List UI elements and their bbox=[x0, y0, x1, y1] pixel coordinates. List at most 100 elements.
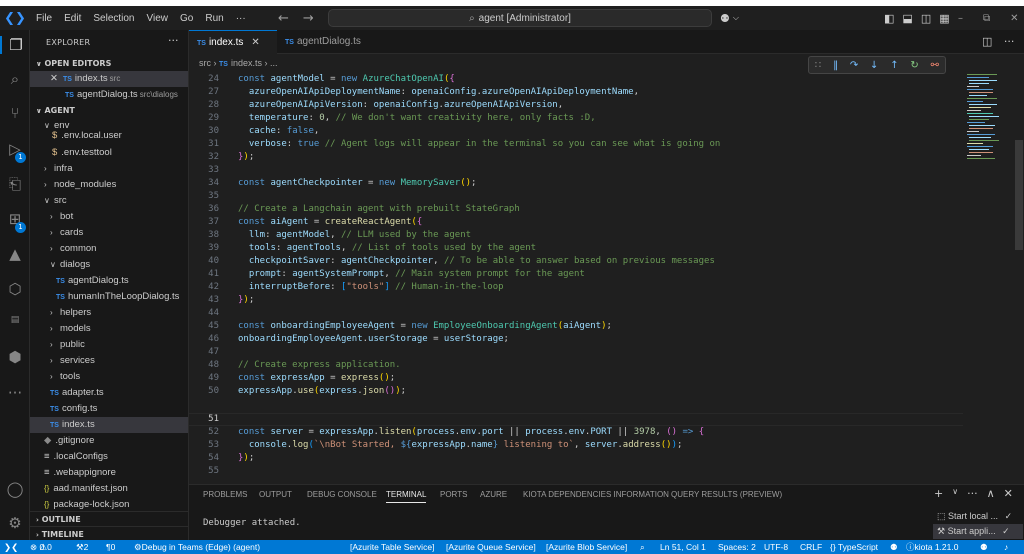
breadcrumb-file[interactable]: index.ts bbox=[231, 58, 262, 68]
ports-indicator[interactable]: ⚒ 2 bbox=[76, 540, 88, 554]
panel-tab-ports[interactable]: PORTS bbox=[440, 490, 467, 499]
toggle-secondary-sidebar-icon[interactable]: ◫ bbox=[921, 12, 931, 25]
tree-file-agent-dialog[interactable]: TS agentDialog.ts bbox=[30, 273, 188, 289]
files-icon[interactable]: ❐ bbox=[0, 36, 30, 54]
tree-folder-infra[interactable]: › infra bbox=[30, 161, 188, 177]
tree-file-human-in-the-loop-dialog[interactable]: TS humanInTheLoopDialog.ts bbox=[30, 289, 188, 305]
panel-tab-terminal[interactable]: TERMINAL bbox=[386, 490, 427, 503]
breadcrumb-folder[interactable]: src bbox=[199, 58, 211, 68]
menu-go[interactable]: Go bbox=[174, 13, 199, 24]
panel-tab-kiota[interactable]: KIOTA DEPENDENCIES INFORMATION bbox=[523, 490, 669, 499]
docker-icon[interactable]: ▤ bbox=[0, 315, 30, 325]
restore-icon[interactable]: ⧉ bbox=[983, 13, 990, 24]
terminal-instance[interactable]: ⬚ Start local ... ✓ bbox=[933, 509, 1023, 524]
tree-folder-tools[interactable]: › tools bbox=[30, 369, 188, 385]
zoom-icon[interactable]: ⌕ bbox=[640, 540, 645, 554]
toggle-panel-icon[interactable]: ⬓ bbox=[902, 12, 912, 25]
language-mode[interactable]: {} TypeScript bbox=[830, 540, 878, 554]
remote-indicator-icon[interactable]: ❯❮ bbox=[4, 540, 18, 554]
code-editor[interactable]: 24 27 28 29 30 31 32 33 34 35 36 37 38 3… bbox=[189, 72, 963, 484]
open-editor-item[interactable]: TS agentDialog.ts src\dialogs bbox=[30, 87, 188, 103]
end-of-line[interactable]: CRLF bbox=[800, 540, 822, 554]
terminal-output[interactable]: Debugger attached. bbox=[203, 518, 301, 528]
panel-tab-debug-console[interactable]: DEBUG CONSOLE bbox=[307, 490, 377, 499]
menu-view[interactable]: View bbox=[141, 13, 175, 24]
debug-status[interactable]: ⚙ Debug in Teams (Edge) (agent) bbox=[134, 540, 260, 554]
drag-handle-icon[interactable]: ∷ bbox=[815, 60, 821, 71]
azurite-queue-status[interactable]: [Azurite Queue Service] bbox=[446, 540, 536, 554]
tree-file-adapter[interactable]: TS adapter.ts bbox=[30, 385, 188, 401]
menu-selection[interactable]: Selection bbox=[87, 13, 140, 24]
settings-gear-icon[interactable]: ⚙ bbox=[0, 514, 30, 532]
outline-header[interactable]: › OUTLINE bbox=[30, 511, 188, 526]
step-over-icon[interactable]: ↷ bbox=[850, 60, 858, 71]
minimize-icon[interactable]: – bbox=[958, 13, 963, 24]
panel-tab-azure[interactable]: AZURE bbox=[480, 490, 507, 499]
tree-folder-models[interactable]: › models bbox=[30, 321, 188, 337]
panel-tab-problems[interactable]: PROBLEMS bbox=[203, 490, 247, 499]
indentation[interactable]: Spaces: 2 bbox=[718, 540, 756, 554]
menu-more[interactable]: ··· bbox=[230, 13, 252, 24]
run-debug-icon[interactable]: ▷ 1 bbox=[0, 140, 30, 163]
disconnect-icon[interactable]: ⚯ bbox=[931, 60, 939, 71]
forward-arrow-icon[interactable]: → bbox=[303, 11, 314, 26]
tree-file-config[interactable]: TS config.ts bbox=[30, 401, 188, 417]
toggle-primary-sidebar-icon[interactable]: ◧ bbox=[884, 12, 894, 25]
copilot-button[interactable]: ⚉ ⌵ bbox=[720, 6, 739, 30]
tree-file-local-configs[interactable]: ≡ .localConfigs bbox=[30, 449, 188, 465]
tree-folder-bot[interactable]: › bot bbox=[30, 209, 188, 225]
tree-folder-node-modules[interactable]: › node_modules bbox=[30, 177, 188, 193]
kiota-status[interactable]: ⓘ kiota 1.21.0 bbox=[906, 540, 958, 554]
tree-folder-common[interactable]: › common bbox=[30, 241, 188, 257]
restart-icon[interactable]: ↻ bbox=[910, 60, 918, 71]
tree-file-webappignore[interactable]: ≡ .webappignore bbox=[30, 465, 188, 481]
tree-folder-dialogs[interactable]: ∨ dialogs bbox=[30, 257, 188, 273]
tree-file-env-local-user[interactable]: $ .env.local.user bbox=[30, 131, 188, 143]
step-out-icon[interactable]: ↑ bbox=[890, 60, 898, 71]
tab-agent-dialog-ts[interactable]: TS agentDialog.ts bbox=[277, 30, 369, 54]
editor-scrollbar-thumb[interactable] bbox=[1015, 140, 1023, 250]
chevron-down-icon[interactable]: ∨ bbox=[952, 487, 958, 500]
tree-folder-cards[interactable]: › cards bbox=[30, 225, 188, 241]
azurite-table-status[interactable]: [Azurite Table Service] bbox=[350, 540, 434, 554]
breadcrumb-more[interactable]: ... bbox=[270, 58, 278, 68]
close-icon[interactable]: ✕ bbox=[1010, 13, 1018, 24]
tab-index-ts[interactable]: TS index.ts ✕ bbox=[189, 30, 277, 54]
menu-file[interactable]: File bbox=[30, 13, 58, 24]
split-editor-icon[interactable]: ◫ ··· bbox=[982, 30, 1014, 54]
source-control-icon[interactable]: ⑂ bbox=[0, 104, 30, 122]
open-editors-header[interactable]: ∨ OPEN EDITORS bbox=[30, 56, 188, 71]
tree-file-index[interactable]: TS index.ts bbox=[30, 417, 188, 433]
extensions-icon[interactable]: ⊞ 1 bbox=[0, 210, 30, 233]
menu-run[interactable]: Run bbox=[199, 13, 229, 24]
tree-folder-services[interactable]: › services bbox=[30, 353, 188, 369]
new-terminal-icon[interactable]: + bbox=[934, 487, 943, 500]
tree-file-env-testtool[interactable]: $ .env.testtool bbox=[30, 145, 188, 161]
close-tab-icon[interactable]: ✕ bbox=[251, 37, 259, 48]
more-actions-icon[interactable]: ··· bbox=[967, 487, 978, 500]
copilot-status-icon[interactable]: ⚉ bbox=[890, 540, 898, 554]
more-actions-icon[interactable]: ··· bbox=[168, 34, 179, 47]
customize-layout-icon[interactable]: ▦ bbox=[939, 12, 949, 25]
panel-tab-query-results[interactable]: QUERY RESULTS (PREVIEW) bbox=[671, 490, 782, 499]
timeline-header[interactable]: › TIMELINE bbox=[30, 526, 188, 540]
tree-folder-public[interactable]: › public bbox=[30, 337, 188, 353]
accounts-status-icon[interactable]: ⚉ bbox=[980, 540, 988, 554]
close-icon[interactable]: ✕ bbox=[50, 73, 58, 84]
menu-edit[interactable]: Edit bbox=[58, 13, 87, 24]
panel-tab-output[interactable]: OUTPUT bbox=[259, 490, 292, 499]
database-icon[interactable]: ⬢ bbox=[0, 348, 30, 366]
tree-file-aad-manifest[interactable]: {} aad.manifest.json bbox=[30, 481, 188, 497]
teams-toolkit-icon[interactable]: ⬡ bbox=[0, 280, 30, 298]
remote-explorer-icon[interactable]: ⎗ bbox=[0, 175, 30, 193]
account-icon[interactable]: ◯ bbox=[0, 480, 30, 498]
problems-indicator[interactable]: ⊗ 0 ⚠ 0 bbox=[30, 540, 52, 554]
terminal-instance-active[interactable]: ⚒ Start appli... ✓ bbox=[933, 524, 1023, 539]
azurite-blob-status[interactable]: [Azurite Blob Service] bbox=[546, 540, 627, 554]
back-arrow-icon[interactable]: ← bbox=[278, 11, 289, 26]
maximize-panel-icon[interactable]: ∧ bbox=[987, 487, 995, 500]
workspace-header[interactable]: ∨ AGENT bbox=[30, 103, 188, 118]
notifications-icon[interactable]: ♪ bbox=[1004, 540, 1008, 554]
command-center[interactable]: ⌕ agent [Administrator] bbox=[328, 9, 712, 27]
tree-file-gitignore[interactable]: ◆ .gitignore bbox=[30, 433, 188, 449]
